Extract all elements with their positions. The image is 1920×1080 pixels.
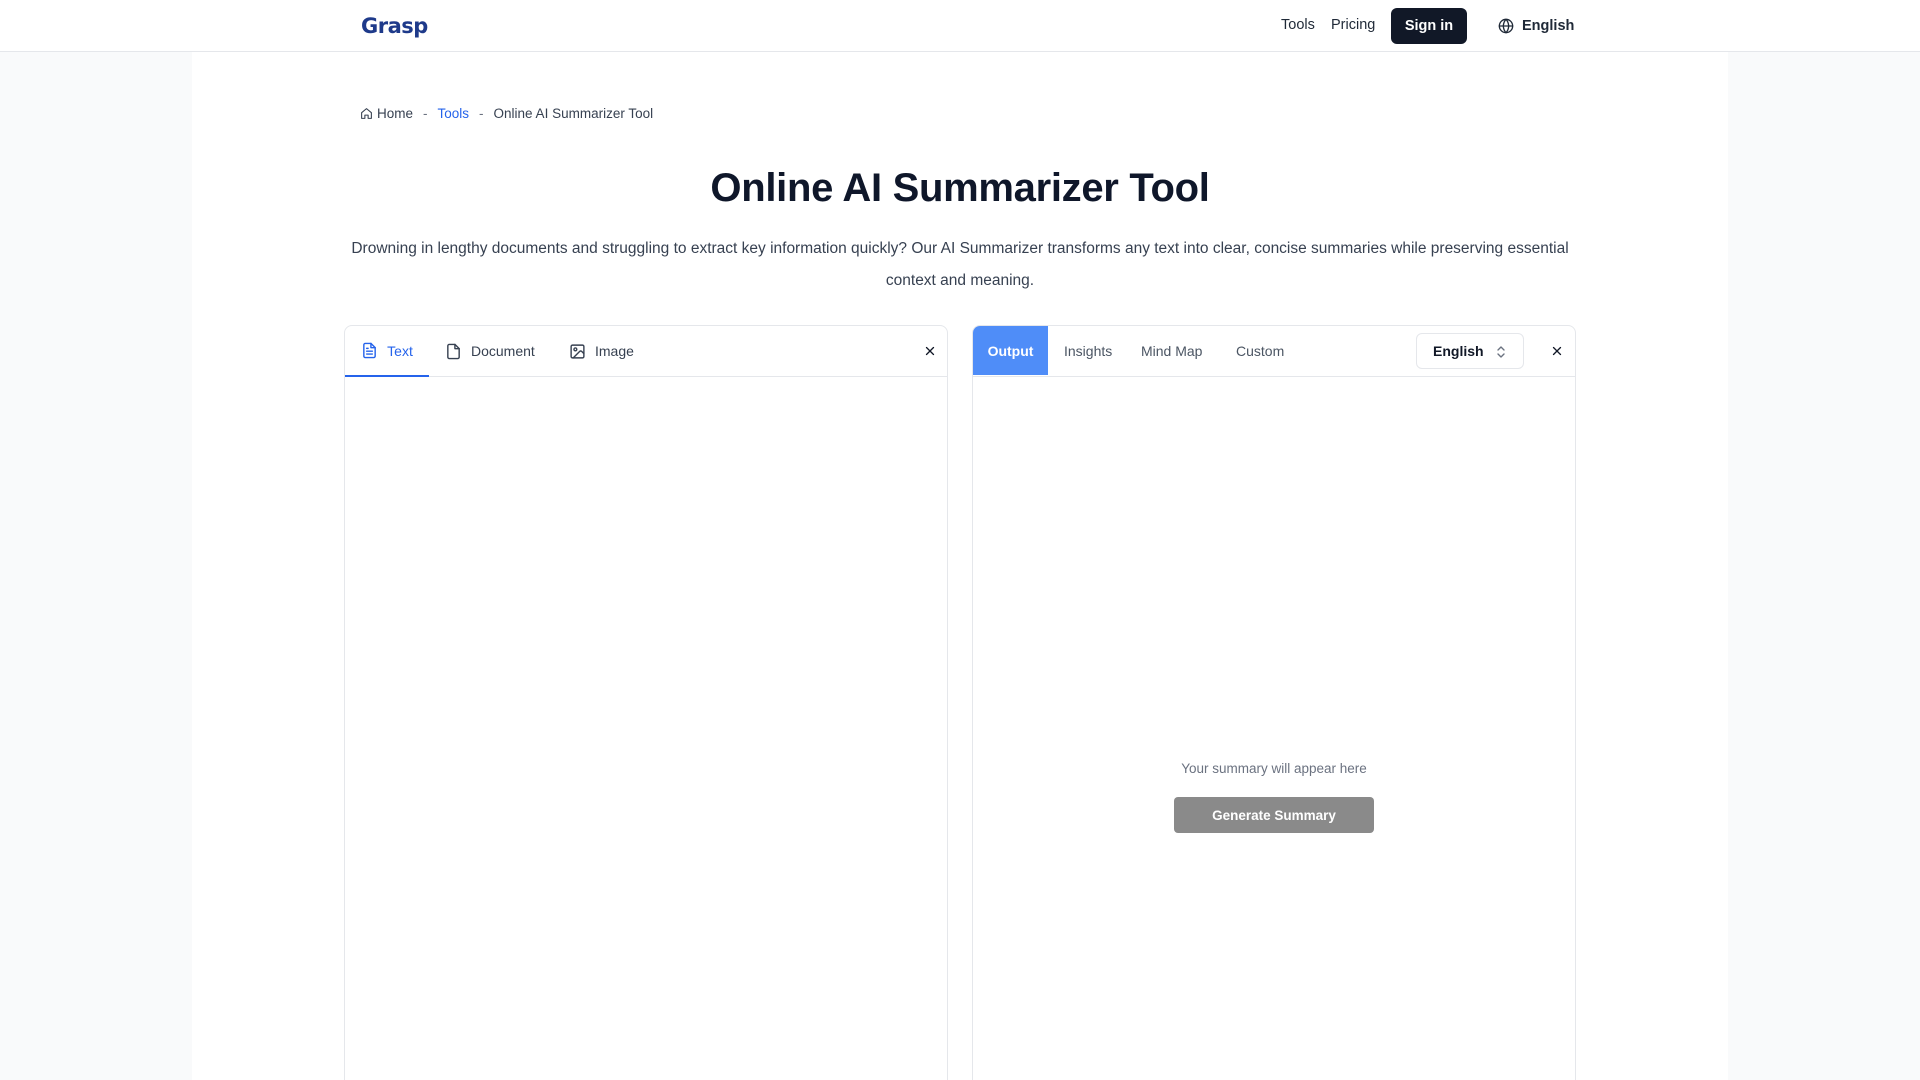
tab-insights[interactable]: Insights [1064,326,1112,375]
sign-in-button[interactable]: Sign in [1391,8,1467,44]
breadcrumb-tools[interactable]: Tools [438,106,470,121]
tab-custom[interactable]: Custom [1236,326,1284,375]
main-nav: Tools Pricing Sign in English [0,0,1920,52]
tab-text-label: Text [387,342,413,359]
breadcrumb-home[interactable]: Home [360,106,413,121]
input-tabs-bar: Text Document Image [345,326,947,377]
top-navbar: Grasp Tools Pricing Sign in English [0,0,1920,52]
output-language-select[interactable]: English [1416,333,1524,369]
nav-pricing-link[interactable]: Pricing [1331,17,1375,33]
close-icon [1552,346,1562,356]
tab-text[interactable]: Text [345,326,429,377]
home-icon [361,107,372,119]
summary-placeholder: Your summary will appear here [1181,761,1367,776]
image-icon [570,343,585,359]
chevron-up-down-icon [1497,346,1505,358]
close-icon [925,346,935,356]
output-tabs-bar: Output Insights Mind Map Custom English [973,326,1575,377]
page-description: Drowning in lengthy documents and strugg… [351,240,1569,289]
file-text-icon [363,342,377,359]
breadcrumb-separator: - [479,105,484,121]
tab-image-label: Image [595,343,634,359]
language-label: English [1522,18,1575,34]
tab-document-label: Document [471,343,535,359]
tab-document[interactable]: Document [445,326,535,376]
text-input-area[interactable] [345,378,947,1080]
tab-mind-map[interactable]: Mind Map [1141,326,1202,375]
tab-output[interactable]: Output [973,326,1048,375]
breadcrumb-separator: - [423,105,428,121]
input-panel: Text Document Image [344,325,948,1080]
output-language-value: English [1433,343,1484,359]
clear-input-button[interactable] [921,342,939,360]
page-title: Online AI Summarizer Tool [710,166,1210,210]
nav-tools-link[interactable]: Tools [1281,17,1315,33]
language-switcher[interactable]: English [1498,16,1574,36]
breadcrumb-current: Online AI Summarizer Tool [493,105,654,121]
tab-image[interactable]: Image [569,326,634,376]
globe-icon [1498,18,1514,34]
breadcrumb-home-label: Home [377,105,414,121]
output-panel: Output Insights Mind Map Custom English … [972,325,1576,1080]
generate-summary-button[interactable]: Generate Summary [1174,797,1374,833]
breadcrumb: Home - Tools - Online AI Summarizer Tool [360,104,653,122]
file-icon [447,343,460,359]
clear-output-button[interactable] [1548,342,1566,360]
